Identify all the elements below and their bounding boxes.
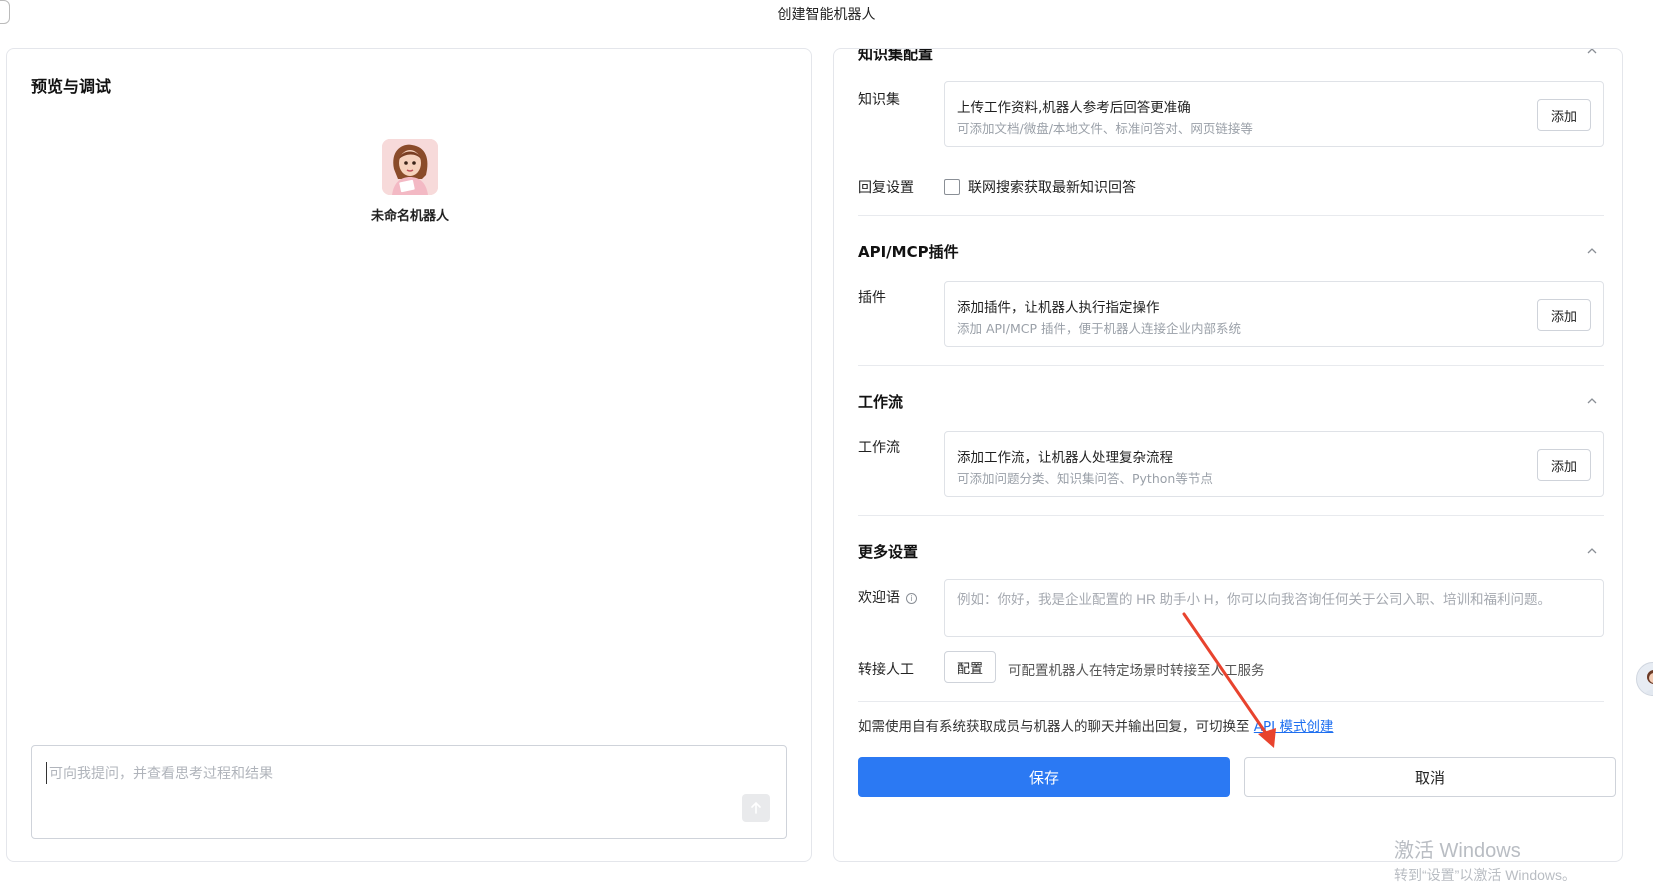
divider <box>858 215 1604 216</box>
windows-activation-watermark: 激活 Windows 转到“设置”以激活 Windows。 <box>1394 834 1576 885</box>
knowledge-label: 知识集 <box>858 92 900 108</box>
watermark-line2: 转到“设置”以激活 Windows。 <box>1394 867 1577 883</box>
chevron-up-icon[interactable] <box>1586 245 1598 257</box>
plugins-card: 添加插件，让机器人执行指定操作 添加 API/MCP 插件，便于机器人连接企业内… <box>944 281 1604 347</box>
web-search-checkbox[interactable] <box>944 179 960 195</box>
arrow-up-icon <box>751 801 761 814</box>
workflow-card-title: 添加工作流，让机器人处理复杂流程 <box>957 450 1173 466</box>
cancel-button[interactable]: 取消 <box>1244 757 1616 797</box>
more-settings-title: 更多设置 <box>858 543 919 561</box>
chevron-up-icon[interactable] <box>1586 395 1598 407</box>
welcome-label: 欢迎语 <box>858 590 900 606</box>
chevron-up-icon[interactable] <box>1586 545 1598 557</box>
knowledge-section-title: 知识集配置 <box>858 48 934 63</box>
info-icon[interactable]: i <box>906 592 917 604</box>
divider <box>858 365 1604 366</box>
bot-avatar[interactable] <box>382 139 438 195</box>
web-search-label[interactable]: 联网搜索获取最新知识回答 <box>968 177 1136 197</box>
chevron-up-icon[interactable] <box>1586 48 1598 57</box>
send-button[interactable] <box>742 794 770 822</box>
bot-name: 未命名机器人 <box>370 209 449 224</box>
divider <box>858 515 1604 516</box>
plugins-card-title: 添加插件，让机器人执行指定操作 <box>957 300 1160 316</box>
welcome-input[interactable] <box>957 588 1593 610</box>
workflow-card: 添加工作流，让机器人处理复杂流程 可添加问题分类、知识集问答、Python等节点… <box>944 431 1604 497</box>
knowledge-card-desc: 可添加文档/微盘/本地文件、标准问答对、网页链接等 <box>957 121 1253 136</box>
chat-input-box[interactable] <box>31 745 787 839</box>
plugins-section-title: API/MCP插件 <box>858 243 959 261</box>
preview-title: 预览与调试 <box>31 77 112 96</box>
save-button[interactable]: 保存 <box>858 757 1230 797</box>
add-workflow-button[interactable]: 添加 <box>1537 449 1591 481</box>
knowledge-card: 上传工作资料,机器人参考后回答更准确 可添加文档/微盘/本地文件、标准问答对、网… <box>944 81 1604 147</box>
plugins-card-desc: 添加 API/MCP 插件，便于机器人连接企业内部系统 <box>957 321 1241 336</box>
reply-settings-label: 回复设置 <box>858 180 914 196</box>
config-transfer-button[interactable]: 配置 <box>944 651 996 683</box>
add-knowledge-button[interactable]: 添加 <box>1537 99 1591 131</box>
page-title: 创建智能机器人 <box>777 7 876 23</box>
avatar-icon <box>1643 670 1653 695</box>
workflow-card-desc: 可添加问题分类、知识集问答、Python等节点 <box>957 471 1213 486</box>
workflow-section-title: 工作流 <box>858 393 904 411</box>
knowledge-card-title: 上传工作资料,机器人参考后回答更准确 <box>957 100 1191 116</box>
transfer-label: 转接人工 <box>858 662 914 678</box>
watermark-line1: 激活 Windows <box>1394 840 1521 862</box>
welcome-label-row: 欢迎语 i <box>858 587 917 607</box>
floating-assistant-avatar[interactable] <box>1636 662 1653 696</box>
avatar-illustration <box>382 139 438 195</box>
preview-panel: 预览与调试 未命名机器人 <box>6 48 812 862</box>
workflow-label: 工作流 <box>858 440 900 456</box>
chat-input[interactable] <box>46 762 686 784</box>
annotation-arrow-icon <box>1182 612 1276 748</box>
plugins-label: 插件 <box>858 290 886 306</box>
add-plugin-button[interactable]: 添加 <box>1537 299 1591 331</box>
